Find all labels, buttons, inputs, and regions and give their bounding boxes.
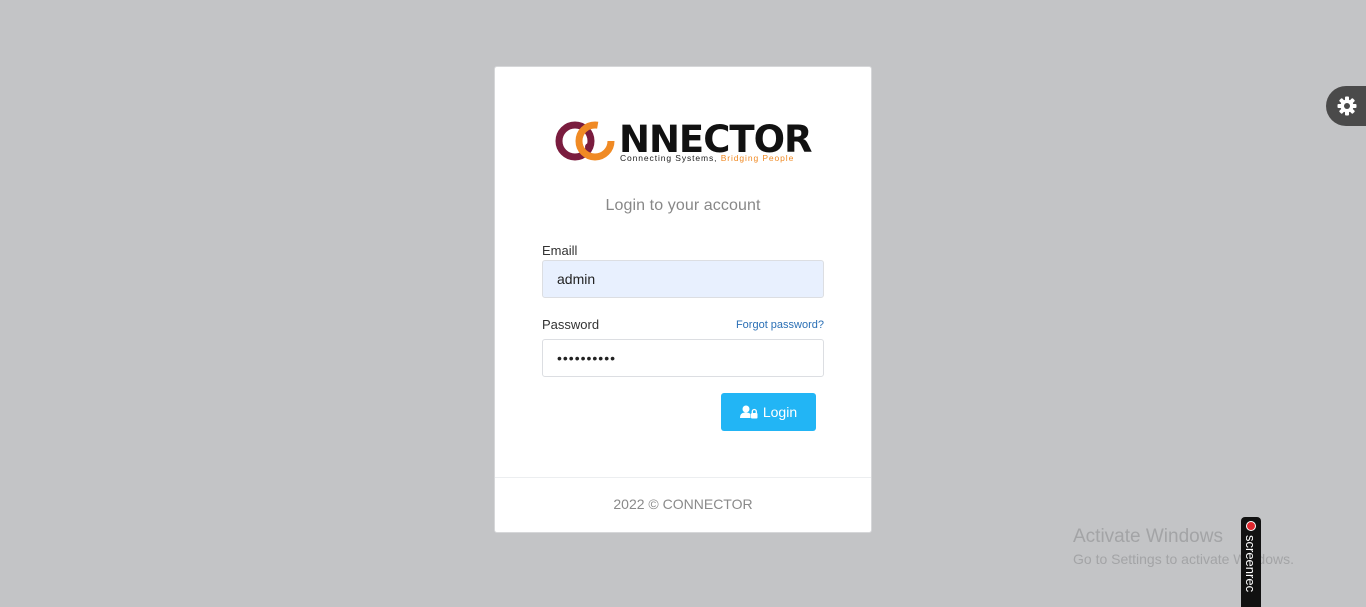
forgot-password-link[interactable]: Forgot password? [736, 319, 824, 331]
screenrec-widget[interactable]: screenrec [1241, 517, 1261, 607]
record-icon [1246, 521, 1256, 531]
tagline-accent: Bridging People [720, 153, 795, 163]
settings-toggle[interactable] [1326, 86, 1366, 126]
logo-rings-icon [555, 121, 615, 161]
connector-logo: NNECTOR Connecting Systems, Bridging Peo… [555, 117, 813, 165]
login-card: NNECTOR Connecting Systems, Bridging Peo… [494, 66, 872, 533]
email-field[interactable] [542, 260, 824, 298]
card-footer: 2022 © CONNECTOR [495, 477, 871, 532]
password-field[interactable] [542, 339, 824, 377]
screenrec-label: screenrec [1243, 535, 1258, 593]
page-subtitle: Login to your account [605, 197, 761, 214]
login-button[interactable]: Login [721, 393, 816, 431]
login-button-label: Login [762, 404, 798, 420]
gear-icon [1337, 96, 1357, 116]
tagline-main: Connecting Systems, [620, 153, 721, 163]
password-label: Password [542, 317, 600, 332]
user-lock-icon [739, 405, 758, 419]
logo-tagline: Connecting Systems, Bridging People [620, 153, 794, 163]
footer-copyright: 2022 © CONNECTOR [613, 496, 753, 512]
email-label: Emaill [542, 243, 578, 258]
